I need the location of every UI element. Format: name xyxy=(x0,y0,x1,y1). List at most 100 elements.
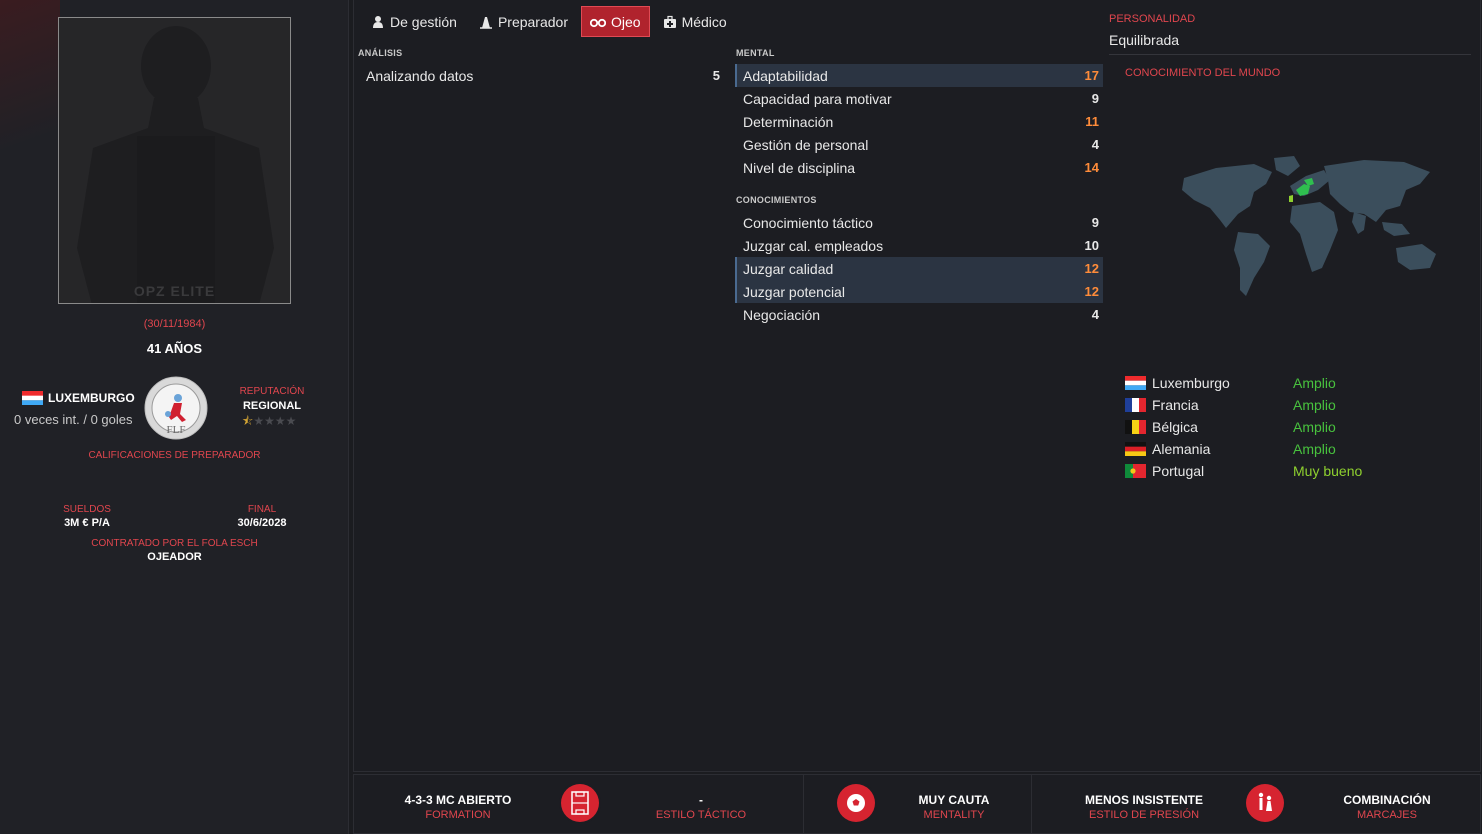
attribute-label: Capacidad para motivar xyxy=(743,90,892,107)
staff-photo: OPZ ELITE xyxy=(58,17,291,304)
attribute-row[interactable]: Determinación 11 xyxy=(735,110,1103,133)
attribute-label: Negociación xyxy=(743,306,821,323)
role-tabs: De gestión Preparador Ojeo Médico xyxy=(362,6,736,37)
attribute-value: 17 xyxy=(1084,68,1099,83)
hired-by-link[interactable]: CONTRATADO POR EL FOLA ESCH xyxy=(0,538,349,549)
federation-crest-icon[interactable]: FLF xyxy=(144,376,208,440)
country-name: Bélgica xyxy=(1152,419,1198,435)
pressing-value: MENOS INSISTENTE xyxy=(1084,793,1203,807)
pressing-icon[interactable] xyxy=(1246,784,1284,822)
country-knowledge-row[interactable]: Francia Amplio xyxy=(1125,394,1425,416)
mentality-ball-icon[interactable] xyxy=(837,784,875,822)
star-icon: ★ xyxy=(253,414,265,428)
divider xyxy=(803,775,804,833)
attribute-row[interactable]: Juzgar calidad 12 xyxy=(735,257,1103,280)
pressing-item[interactable]: MENOS INSISTENTE ESTILO DE PRESIÓN xyxy=(1069,793,1219,821)
tab-medical[interactable]: Médico xyxy=(654,6,736,37)
tab-management[interactable]: De gestión xyxy=(362,6,466,37)
attribute-row[interactable]: Juzgar potencial 12 xyxy=(735,280,1103,303)
attribute-row[interactable]: Analizando datos 5 xyxy=(358,64,724,87)
tab-label: De gestión xyxy=(390,13,457,30)
age: 41 AÑOS xyxy=(146,341,203,356)
attribute-row[interactable]: Gestión de personal 4 xyxy=(735,133,1103,156)
attributes-panel: De gestión Preparador Ojeo Médico ANÁLIS… xyxy=(353,0,1481,772)
germany-flag-icon xyxy=(1125,442,1146,456)
marking-item[interactable]: COMBINACIÓN MARCAJES xyxy=(1320,793,1454,821)
tactics-bar: 4-3-3 MC ABIERTO FORMATION - ESTILO TÁCT… xyxy=(353,774,1481,834)
football-icon xyxy=(847,794,865,812)
divider xyxy=(1109,54,1471,55)
nationality[interactable]: LUXEMBURGO xyxy=(22,391,135,405)
wage-value: 3M € P/A xyxy=(64,517,110,529)
binoculars-icon xyxy=(589,18,606,27)
attribute-label: Nivel de disciplina xyxy=(743,159,856,176)
personality-value: Equilibrada xyxy=(1109,32,1180,48)
tab-label: Médico xyxy=(681,13,727,30)
attribute-row[interactable]: Adaptabilidad 17 xyxy=(735,64,1103,87)
attribute-value: 12 xyxy=(1084,284,1099,299)
france-flag-icon xyxy=(1125,398,1146,412)
country-knowledge-list: Luxemburgo Amplio Francia Amplio Bélgica Ampl… xyxy=(1125,372,1425,482)
country-name: Alemania xyxy=(1152,441,1211,457)
attribute-label: Juzgar cal. empleados xyxy=(743,237,884,254)
country-knowledge-row[interactable]: Alemania Amplio xyxy=(1125,438,1425,460)
tactical-style-value: - xyxy=(699,793,703,807)
knowledge-heading: CONOCIMIENTOS xyxy=(736,195,817,205)
country-name: Luxemburgo xyxy=(1152,375,1230,391)
medical-kit-icon xyxy=(663,15,676,28)
attribute-row[interactable]: Juzgar cal. empleados 10 xyxy=(735,234,1103,257)
knowledge-attributes: Conocimiento táctico 9 Juzgar cal. emplead… xyxy=(735,211,1103,326)
world-knowledge-label: CONOCIMIENTO DEL MUNDO xyxy=(1125,67,1281,79)
tactical-style-label: ESTILO TÁCTICO xyxy=(655,809,747,821)
attribute-row[interactable]: Nivel de disciplina 14 xyxy=(735,156,1103,179)
svg-text:FLF: FLF xyxy=(167,424,186,436)
attribute-label: Gestión de personal xyxy=(743,136,869,153)
pitch-icon xyxy=(571,791,589,815)
attribute-row[interactable]: Conocimiento táctico 9 xyxy=(735,211,1103,234)
country-knowledge-row[interactable]: Luxemburgo Amplio xyxy=(1125,372,1425,394)
attribute-row[interactable]: Negociación 4 xyxy=(735,303,1103,326)
tab-label: Preparador xyxy=(497,13,568,30)
formation-pitch-icon[interactable] xyxy=(561,784,599,822)
date-of-birth: (30/11/1984) xyxy=(143,318,206,330)
star-icon: ★ xyxy=(285,414,297,428)
coach-ratings-link[interactable]: CALIFICACIONES DE PREPARADOR xyxy=(0,450,349,461)
attribute-value: 4 xyxy=(1091,137,1099,152)
luxembourg-flag-icon xyxy=(1125,376,1146,390)
attribute-row[interactable]: Capacidad para motivar 9 xyxy=(735,87,1103,110)
country-knowledge-row[interactable]: Portugal Muy bueno xyxy=(1125,460,1425,482)
analysis-attributes: Analizando datos 5 xyxy=(358,64,724,87)
tactical-style-item[interactable]: - ESTILO TÁCTICO xyxy=(636,793,766,821)
formation-item[interactable]: 4-3-3 MC ABIERTO FORMATION xyxy=(374,793,542,821)
nation-name[interactable]: LUXEMBURGO xyxy=(48,391,135,405)
mentality-label: MENTALITY xyxy=(923,809,985,821)
staff-role: OJEADOR xyxy=(147,551,202,563)
attribute-value: 5 xyxy=(712,68,720,83)
country-knowledge-row[interactable]: Bélgica Amplio xyxy=(1125,416,1425,438)
attribute-value: 9 xyxy=(1091,91,1099,106)
mentality-item[interactable]: MUY CAUTA MENTALITY xyxy=(899,793,1009,821)
silhouette-image xyxy=(59,18,290,303)
analysis-heading: ANÁLISIS xyxy=(358,48,403,58)
coach-icon xyxy=(479,16,492,29)
portugal-flag-icon xyxy=(1125,464,1146,478)
tab-label: Ojeo xyxy=(610,13,641,30)
knowledge-level: Muy bueno xyxy=(1293,463,1363,479)
attribute-label: Conocimiento táctico xyxy=(743,214,873,231)
contract-end-value: 30/6/2028 xyxy=(237,517,287,529)
tab-scout[interactable]: Ojeo xyxy=(580,6,650,37)
formation-label: FORMATION xyxy=(425,809,491,821)
wage-label: SUELDOS xyxy=(63,504,111,515)
attribute-label: Juzgar calidad xyxy=(743,260,834,277)
formation-value: 4-3-3 MC ABIERTO xyxy=(404,793,512,807)
attribute-label: Juzgar potencial xyxy=(743,283,845,300)
mental-attributes: Adaptabilidad 17 Capacidad para motivar 9 De… xyxy=(735,64,1103,179)
knowledge-level: Amplio xyxy=(1293,419,1336,435)
panel-background-accent xyxy=(0,0,60,170)
reputation-stars: ⯪★★★★ xyxy=(242,412,296,433)
manager-icon xyxy=(373,15,383,28)
country-name: Portugal xyxy=(1152,463,1205,479)
tab-coach[interactable]: Preparador xyxy=(470,6,577,37)
world-map xyxy=(1182,156,1436,296)
star-icon: ★ xyxy=(274,414,286,428)
